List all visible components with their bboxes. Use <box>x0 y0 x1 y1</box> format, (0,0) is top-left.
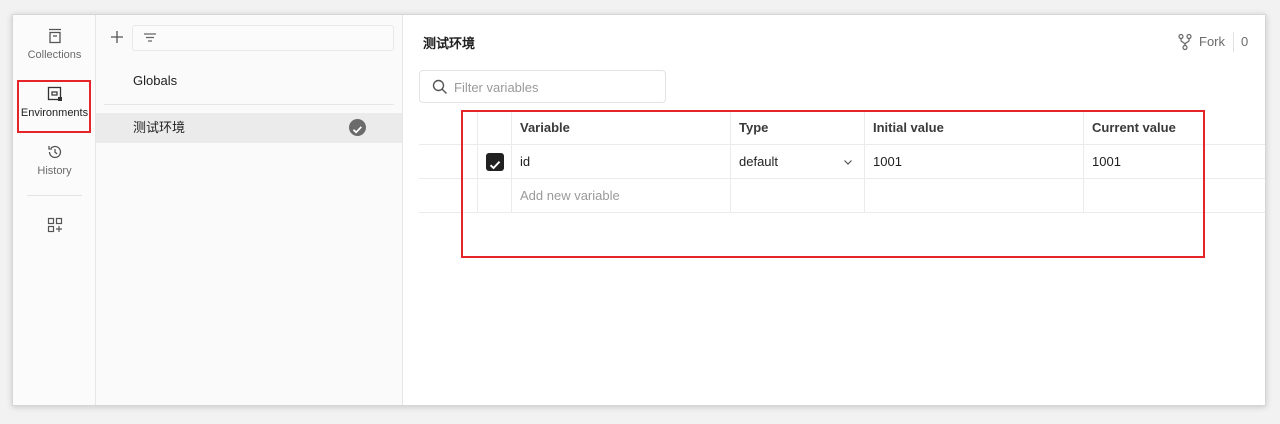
active-environment-check-icon[interactable] <box>349 119 366 136</box>
checkmark-icon <box>489 161 501 170</box>
column-header-type: Type <box>730 111 864 145</box>
initial-value-cell[interactable]: 1001 <box>864 145 1083 179</box>
rail-divider <box>27 195 82 196</box>
rail-label-history: History <box>37 165 72 177</box>
app-window: Collections Environments History Globals… <box>12 14 1266 406</box>
fork-button[interactable]: Fork 0 <box>1177 31 1265 53</box>
fork-icon <box>1178 33 1192 51</box>
filter-variables-input[interactable] <box>454 77 654 97</box>
history-icon <box>47 145 61 159</box>
variable-name-cell[interactable]: id <box>511 145 730 179</box>
environment-editor: 测试环境 Fork 0 Variable Type <box>403 15 1265 405</box>
row-check-cell <box>477 145 511 179</box>
variable-type-select[interactable]: default <box>730 145 864 179</box>
collections-icon <box>48 28 61 44</box>
table-row: id default 1001 1001 <box>419 145 1265 179</box>
environment-label: 测试环境 <box>133 120 186 135</box>
table-row-new: Add new variable <box>419 179 1265 213</box>
new-type-cell[interactable] <box>730 179 864 213</box>
environment-list-panel: Globals 测试环境 <box>96 15 403 405</box>
fork-label: Fork <box>1199 34 1225 49</box>
rail-item-collections[interactable]: Collections <box>13 27 96 61</box>
row-check-cell <box>477 179 511 213</box>
check-icon <box>352 126 362 134</box>
environment-item-globals[interactable]: Globals <box>104 61 394 105</box>
variable-enabled-checkbox[interactable] <box>486 153 504 171</box>
environment-label: Globals <box>133 73 178 88</box>
filter-variables-box[interactable] <box>419 70 666 103</box>
rail-label-environments: Environments <box>20 107 89 119</box>
column-header-variable: Variable <box>511 111 730 145</box>
environment-list-toolbar <box>96 25 402 53</box>
column-header-current-value: Current value <box>1083 111 1220 145</box>
fork-separator <box>1233 32 1234 52</box>
rail-label-collections: Collections <box>27 49 82 61</box>
search-icon <box>432 79 447 94</box>
new-initial-value-cell[interactable] <box>864 179 1083 213</box>
filter-icon <box>144 33 156 42</box>
rail-item-history[interactable]: History <box>13 143 96 177</box>
create-environment-button[interactable] <box>108 26 126 48</box>
configure-workbench-icon <box>47 217 62 233</box>
plus-icon <box>111 31 123 43</box>
column-header-initial-value: Initial value <box>864 111 1083 145</box>
environment-filter-input[interactable] <box>132 25 394 51</box>
sidebar-rail: Collections Environments History <box>13 15 96 405</box>
table-header-row: Variable Type Initial value Current valu… <box>419 111 1265 145</box>
new-current-value-cell[interactable] <box>1083 179 1220 213</box>
environment-title[interactable]: 测试环境 <box>423 33 475 52</box>
current-value-cell[interactable]: 1001 <box>1083 145 1220 179</box>
rail-item-environments[interactable]: Environments <box>13 85 96 119</box>
rail-item-configure[interactable] <box>13 216 96 238</box>
environment-item-active[interactable]: 测试环境 <box>96 113 402 143</box>
add-new-variable-input[interactable]: Add new variable <box>511 179 730 213</box>
variable-type-value: default <box>739 154 779 169</box>
fork-count: 0 <box>1241 34 1249 49</box>
chevron-down-icon <box>844 160 852 165</box>
header-check-cell <box>477 111 511 145</box>
environments-icon <box>47 86 62 101</box>
